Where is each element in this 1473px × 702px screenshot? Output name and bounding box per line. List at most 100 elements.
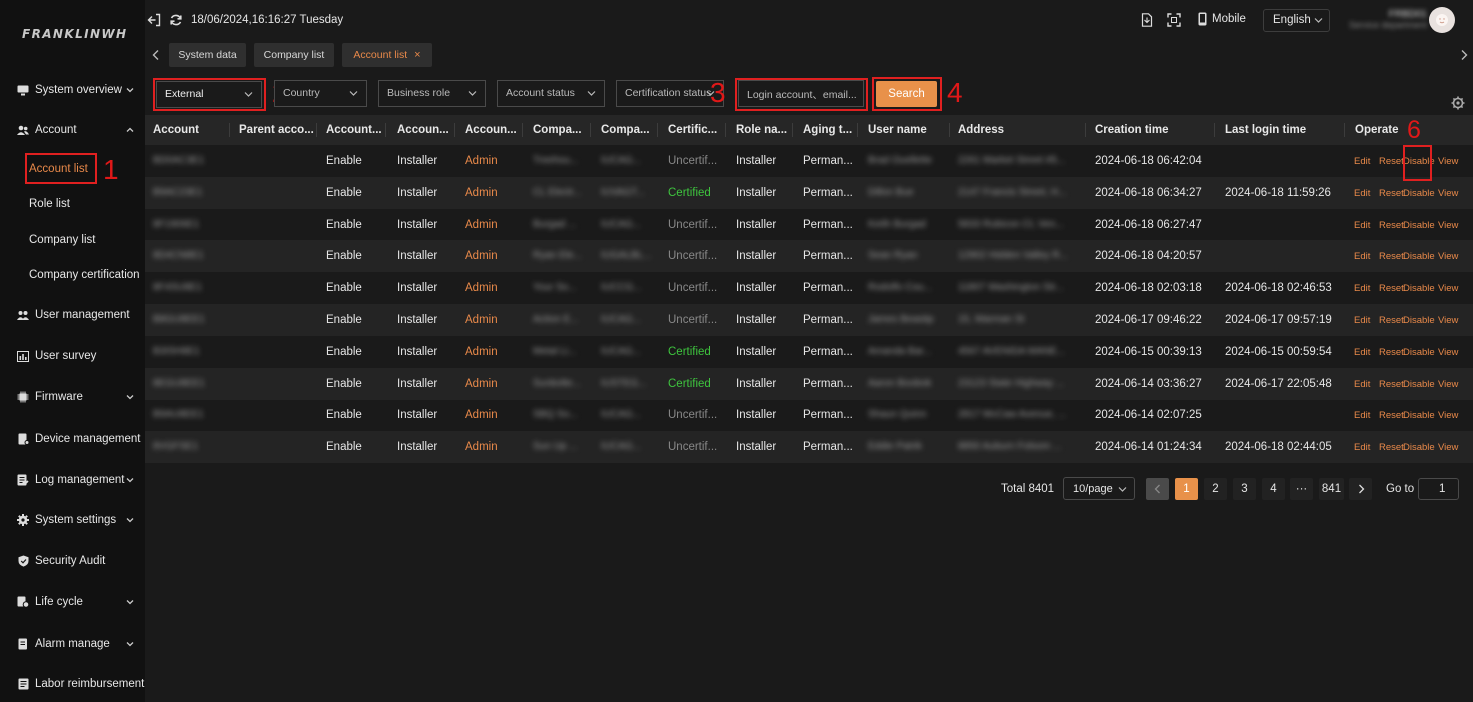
reset-link[interactable]: Reset	[1379, 410, 1404, 421]
avatar[interactable]	[1429, 7, 1455, 33]
reset-link[interactable]: Reset	[1379, 283, 1404, 294]
cell-role[interactable]: Admin	[465, 250, 498, 262]
column-header[interactable]: Account	[153, 124, 199, 136]
cell-role[interactable]: Admin	[465, 314, 498, 326]
column-header[interactable]: Parent acco...	[239, 124, 314, 136]
view-link[interactable]: View	[1438, 251, 1458, 262]
account-status-select[interactable]: Account status	[497, 80, 605, 107]
edit-link[interactable]: Edit	[1354, 251, 1370, 262]
certification-status-select[interactable]: Certification status	[616, 80, 724, 107]
tab-system-data[interactable]: System data	[169, 43, 246, 67]
column-header[interactable]: Account...	[326, 124, 382, 136]
disable-link[interactable]: Disable	[1403, 220, 1435, 231]
logout-icon[interactable]	[147, 13, 161, 27]
cell-role[interactable]: Admin	[465, 378, 498, 390]
reset-link[interactable]: Reset	[1379, 156, 1404, 167]
sidebar-item-user-management[interactable]: User management	[0, 302, 145, 328]
mobile-button[interactable]: Mobile	[1198, 12, 1246, 26]
next-page-button[interactable]	[1349, 478, 1372, 500]
search-input[interactable]: Login account、email...	[738, 80, 864, 107]
page-button[interactable]: 4	[1262, 478, 1285, 500]
view-link[interactable]: View	[1438, 156, 1458, 167]
sidebar-subitem-account-list[interactable]: Account list	[25, 153, 97, 184]
reset-link[interactable]: Reset	[1379, 220, 1404, 231]
reset-link[interactable]: Reset	[1379, 379, 1404, 390]
sidebar-subitem-role-list[interactable]: Role list	[29, 198, 70, 210]
column-header[interactable]: Creation time	[1095, 124, 1169, 136]
cell-role[interactable]: Admin	[465, 282, 498, 294]
business-role-select[interactable]: Business role	[378, 80, 486, 107]
column-header[interactable]: Last login time	[1225, 124, 1306, 136]
account-type-select[interactable]: External	[156, 81, 262, 108]
column-header[interactable]: User name	[868, 124, 927, 136]
view-link[interactable]: View	[1438, 315, 1458, 326]
disable-link[interactable]: Disable	[1403, 379, 1435, 390]
tab-account-list[interactable]: Account list ×	[342, 43, 432, 67]
disable-link[interactable]: Disable	[1403, 251, 1435, 262]
column-header[interactable]: Operate	[1355, 124, 1398, 136]
column-header[interactable]: Address	[958, 124, 1004, 136]
sidebar-item-account[interactable]: Account	[0, 117, 145, 143]
column-header[interactable]: Accoun...	[397, 124, 449, 136]
goto-page-input[interactable]: 1	[1418, 478, 1459, 500]
reset-link[interactable]: Reset	[1379, 315, 1404, 326]
edit-link[interactable]: Edit	[1354, 347, 1370, 358]
edit-link[interactable]: Edit	[1354, 410, 1370, 421]
language-select[interactable]: English	[1263, 9, 1330, 32]
sidebar-item-labor-reimbursement[interactable]: Labor reimbursement	[0, 671, 145, 697]
sidebar-item-alarm-manage[interactable]: Alarm manage	[0, 631, 145, 657]
edit-link[interactable]: Edit	[1354, 442, 1370, 453]
view-link[interactable]: View	[1438, 379, 1458, 390]
view-link[interactable]: View	[1438, 347, 1458, 358]
cell-role[interactable]: Admin	[465, 441, 498, 453]
disable-link[interactable]: Disable	[1403, 410, 1435, 421]
tab-scroll-left-icon[interactable]	[151, 49, 161, 61]
cell-role[interactable]: Admin	[465, 409, 498, 421]
sidebar-subitem-company-certification[interactable]: Company certification	[29, 269, 140, 281]
sidebar-item-system-settings[interactable]: System settings	[0, 507, 145, 533]
country-select[interactable]: Country	[274, 80, 367, 107]
page-size-select[interactable]: 10/page	[1063, 477, 1135, 500]
sidebar-item-device-management[interactable]: Device management	[0, 426, 145, 452]
tab-company-list[interactable]: Company list	[254, 43, 334, 67]
column-header[interactable]: Compa...	[533, 124, 582, 136]
cell-role[interactable]: Admin	[465, 155, 498, 167]
reset-link[interactable]: Reset	[1379, 442, 1404, 453]
search-button[interactable]: Search	[876, 81, 937, 107]
column-header[interactable]: Aging t...	[803, 124, 852, 136]
sidebar-item-security-audit[interactable]: Security Audit	[0, 548, 145, 574]
column-header[interactable]: Certific...	[668, 124, 717, 136]
disable-link[interactable]: Disable	[1403, 315, 1435, 326]
column-header[interactable]: Role na...	[736, 124, 787, 136]
reset-link[interactable]: Reset	[1379, 347, 1404, 358]
view-link[interactable]: View	[1438, 220, 1458, 231]
cell-role[interactable]: Admin	[465, 219, 498, 231]
disable-link[interactable]: Disable	[1403, 188, 1435, 199]
column-header[interactable]: Accoun...	[465, 124, 517, 136]
fullscreen-icon[interactable]	[1167, 13, 1181, 27]
disable-link[interactable]: Disable	[1403, 347, 1435, 358]
page-button[interactable]: 2	[1204, 478, 1227, 500]
edit-link[interactable]: Edit	[1354, 315, 1370, 326]
more-pages-button[interactable]: ···	[1290, 478, 1313, 500]
edit-link[interactable]: Edit	[1354, 156, 1370, 167]
document-icon[interactable]	[1140, 13, 1154, 27]
sidebar-item-firmware[interactable]: Firmware	[0, 384, 145, 410]
sidebar-item-log-management[interactable]: Log management	[0, 467, 145, 493]
view-link[interactable]: View	[1438, 410, 1458, 421]
sidebar-item-user-survey[interactable]: User survey	[0, 343, 145, 369]
edit-link[interactable]: Edit	[1354, 379, 1370, 390]
cell-role[interactable]: Admin	[465, 346, 498, 358]
sidebar-item-system-overview[interactable]: System overview	[0, 77, 145, 103]
disable-link[interactable]: Disable	[1403, 283, 1435, 294]
reset-link[interactable]: Reset	[1379, 251, 1404, 262]
refresh-icon[interactable]	[169, 13, 183, 27]
reset-link[interactable]: Reset	[1379, 188, 1404, 199]
edit-link[interactable]: Edit	[1354, 283, 1370, 294]
tab-scroll-right-icon[interactable]	[1459, 49, 1469, 61]
close-icon[interactable]: ×	[414, 49, 420, 61]
sidebar-item-life-cycle[interactable]: Life cycle	[0, 589, 145, 615]
edit-link[interactable]: Edit	[1354, 188, 1370, 199]
prev-page-button[interactable]	[1146, 478, 1169, 500]
disable-link[interactable]: Disable	[1403, 442, 1435, 453]
